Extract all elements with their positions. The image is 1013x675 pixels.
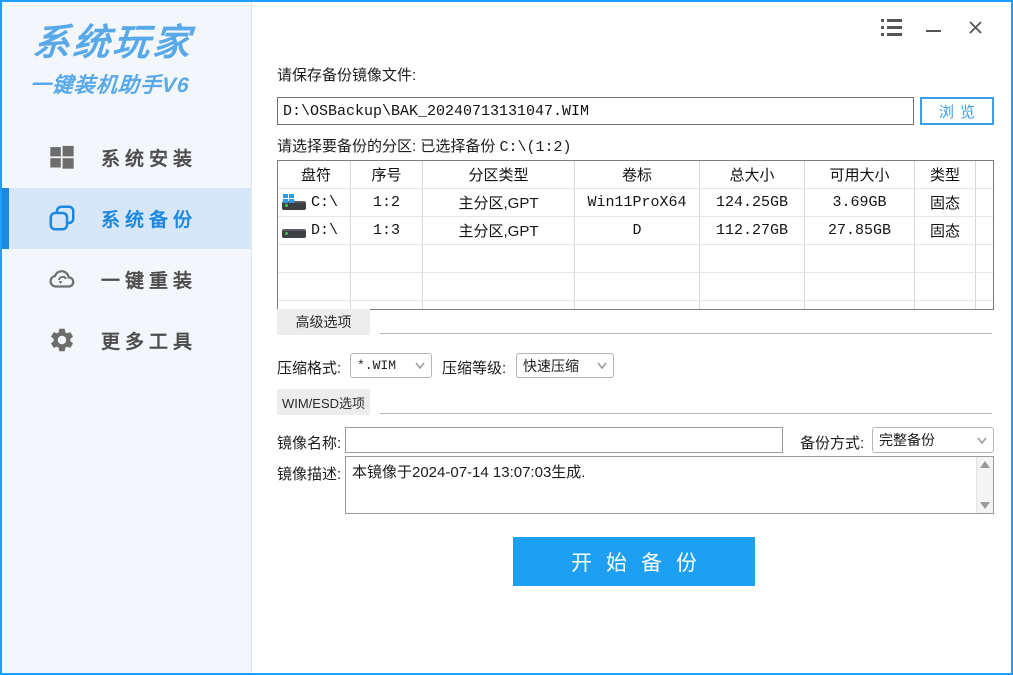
image-desc-label: 镜像描述:: [277, 463, 341, 484]
part-type-cell: 主分区,GPT: [423, 217, 575, 244]
col-free: 可用大小: [805, 161, 915, 188]
chevron-down-icon: [977, 437, 987, 444]
windows-icon: [47, 142, 77, 172]
col-disk-type: 类型: [915, 161, 976, 188]
backup-mode-select[interactable]: 完整备份: [872, 427, 994, 453]
section-divider: [380, 413, 992, 414]
sidebar-item-label: 系统备份: [101, 205, 197, 232]
minimize-icon[interactable]: [921, 16, 945, 38]
tools-gear-icon: [47, 325, 77, 355]
chevron-down-icon: [597, 362, 607, 369]
compress-level-label: 压缩等级:: [442, 357, 506, 378]
disk-type-cell: 固态: [915, 217, 976, 244]
scrollbar[interactable]: [976, 457, 993, 513]
sidebar-item-more-tools[interactable]: 更多工具: [2, 310, 251, 371]
sidebar: 系统玩家 一键装机助手V6 系统安装: [2, 2, 252, 673]
sidebar-item-label: 一键重装: [101, 266, 197, 293]
col-index: 序号: [351, 161, 423, 188]
compress-level-select[interactable]: 快速压缩: [516, 353, 614, 378]
logo-subtitle: 一键装机助手V6: [29, 69, 250, 99]
col-drive: 盘符: [278, 161, 351, 188]
total-cell: 112.27GB: [700, 217, 805, 244]
table-header-row: 盘符 序号 分区类型 卷标 总大小 可用大小 类型: [278, 161, 993, 189]
save-image-label: 请保存备份镜像文件:: [277, 64, 416, 85]
backup-copy-icon: [47, 203, 77, 233]
col-part-type: 分区类型: [423, 161, 575, 188]
partition-select-label: 请选择要备份的分区: 已选择备份 C:\(1:2): [277, 135, 572, 156]
browse-button[interactable]: 浏览: [920, 97, 994, 125]
chevron-down-icon: [415, 362, 425, 369]
advanced-options-button[interactable]: 高级选项: [277, 309, 370, 335]
cloud-reinstall-icon: [47, 264, 77, 294]
compress-format-select[interactable]: *.WIM: [350, 353, 432, 378]
col-spacer: [976, 161, 993, 188]
titlebar-controls: [879, 16, 987, 38]
free-cell: 3.69GB: [805, 189, 915, 216]
table-empty-row: [278, 301, 993, 310]
drive-cell: C:\: [278, 189, 351, 216]
app-window: 系统玩家 一键装机助手V6 系统安装: [0, 0, 1013, 675]
sidebar-item-system-backup[interactable]: 系统备份: [2, 188, 251, 249]
volume-cell: D: [575, 217, 700, 244]
total-cell: 124.25GB: [700, 189, 805, 216]
section-divider: [380, 333, 992, 334]
table-row-d[interactable]: D:\ 1:3 主分区,GPT D 112.27GB 27.85GB 固态: [278, 217, 993, 245]
compress-format-label: 压缩格式:: [277, 357, 341, 378]
app-logo: 系统玩家 一键装机助手V6: [0, 2, 255, 109]
backup-path-input[interactable]: [277, 97, 914, 125]
system-drive-icon: [282, 194, 308, 212]
sidebar-nav: 系统安装 系统备份: [2, 127, 251, 371]
image-name-label: 镜像名称:: [277, 432, 341, 453]
sidebar-item-system-install[interactable]: 系统安装: [2, 127, 251, 188]
col-volume: 卷标: [575, 161, 700, 188]
sidebar-item-label: 系统安装: [101, 144, 197, 171]
index-cell: 1:3: [351, 217, 423, 244]
close-icon[interactable]: [963, 16, 987, 38]
partition-table[interactable]: 盘符 序号 分区类型 卷标 总大小 可用大小 类型 C:\ 1:2 主分: [277, 160, 994, 310]
wim-esd-options-button[interactable]: WIM/ESD选项: [277, 389, 370, 415]
table-empty-row: [278, 245, 993, 273]
image-desc-text: 本镜像于2024-07-14 13:07:03生成.: [352, 461, 971, 482]
drive-icon: [282, 222, 308, 240]
drive-cell: D:\: [278, 217, 351, 244]
image-desc-textarea[interactable]: 本镜像于2024-07-14 13:07:03生成.: [345, 456, 994, 514]
col-total: 总大小: [700, 161, 805, 188]
table-empty-row: [278, 273, 993, 301]
part-type-cell: 主分区,GPT: [423, 189, 575, 216]
selected-partition-value: C:\(1:2): [500, 139, 572, 156]
start-backup-button[interactable]: 开始备份: [513, 537, 755, 586]
logo-title: 系统玩家: [31, 24, 253, 63]
free-cell: 27.85GB: [805, 217, 915, 244]
menu-list-icon[interactable]: [879, 16, 903, 38]
sidebar-item-label: 更多工具: [101, 327, 197, 354]
volume-cell: Win11ProX64: [575, 189, 700, 216]
scroll-down-icon[interactable]: [980, 502, 990, 509]
index-cell: 1:2: [351, 189, 423, 216]
backup-mode-label: 备份方式:: [800, 432, 864, 453]
image-name-input[interactable]: [345, 427, 783, 453]
main-panel: 请保存备份镜像文件: 浏览 请选择要备份的分区: 已选择备份 C:\(1:2) …: [252, 2, 1011, 673]
scroll-up-icon[interactable]: [980, 461, 990, 468]
disk-type-cell: 固态: [915, 189, 976, 216]
table-row-c[interactable]: C:\ 1:2 主分区,GPT Win11ProX64 124.25GB 3.6…: [278, 189, 993, 217]
sidebar-item-one-key-reinstall[interactable]: 一键重装: [2, 249, 251, 310]
